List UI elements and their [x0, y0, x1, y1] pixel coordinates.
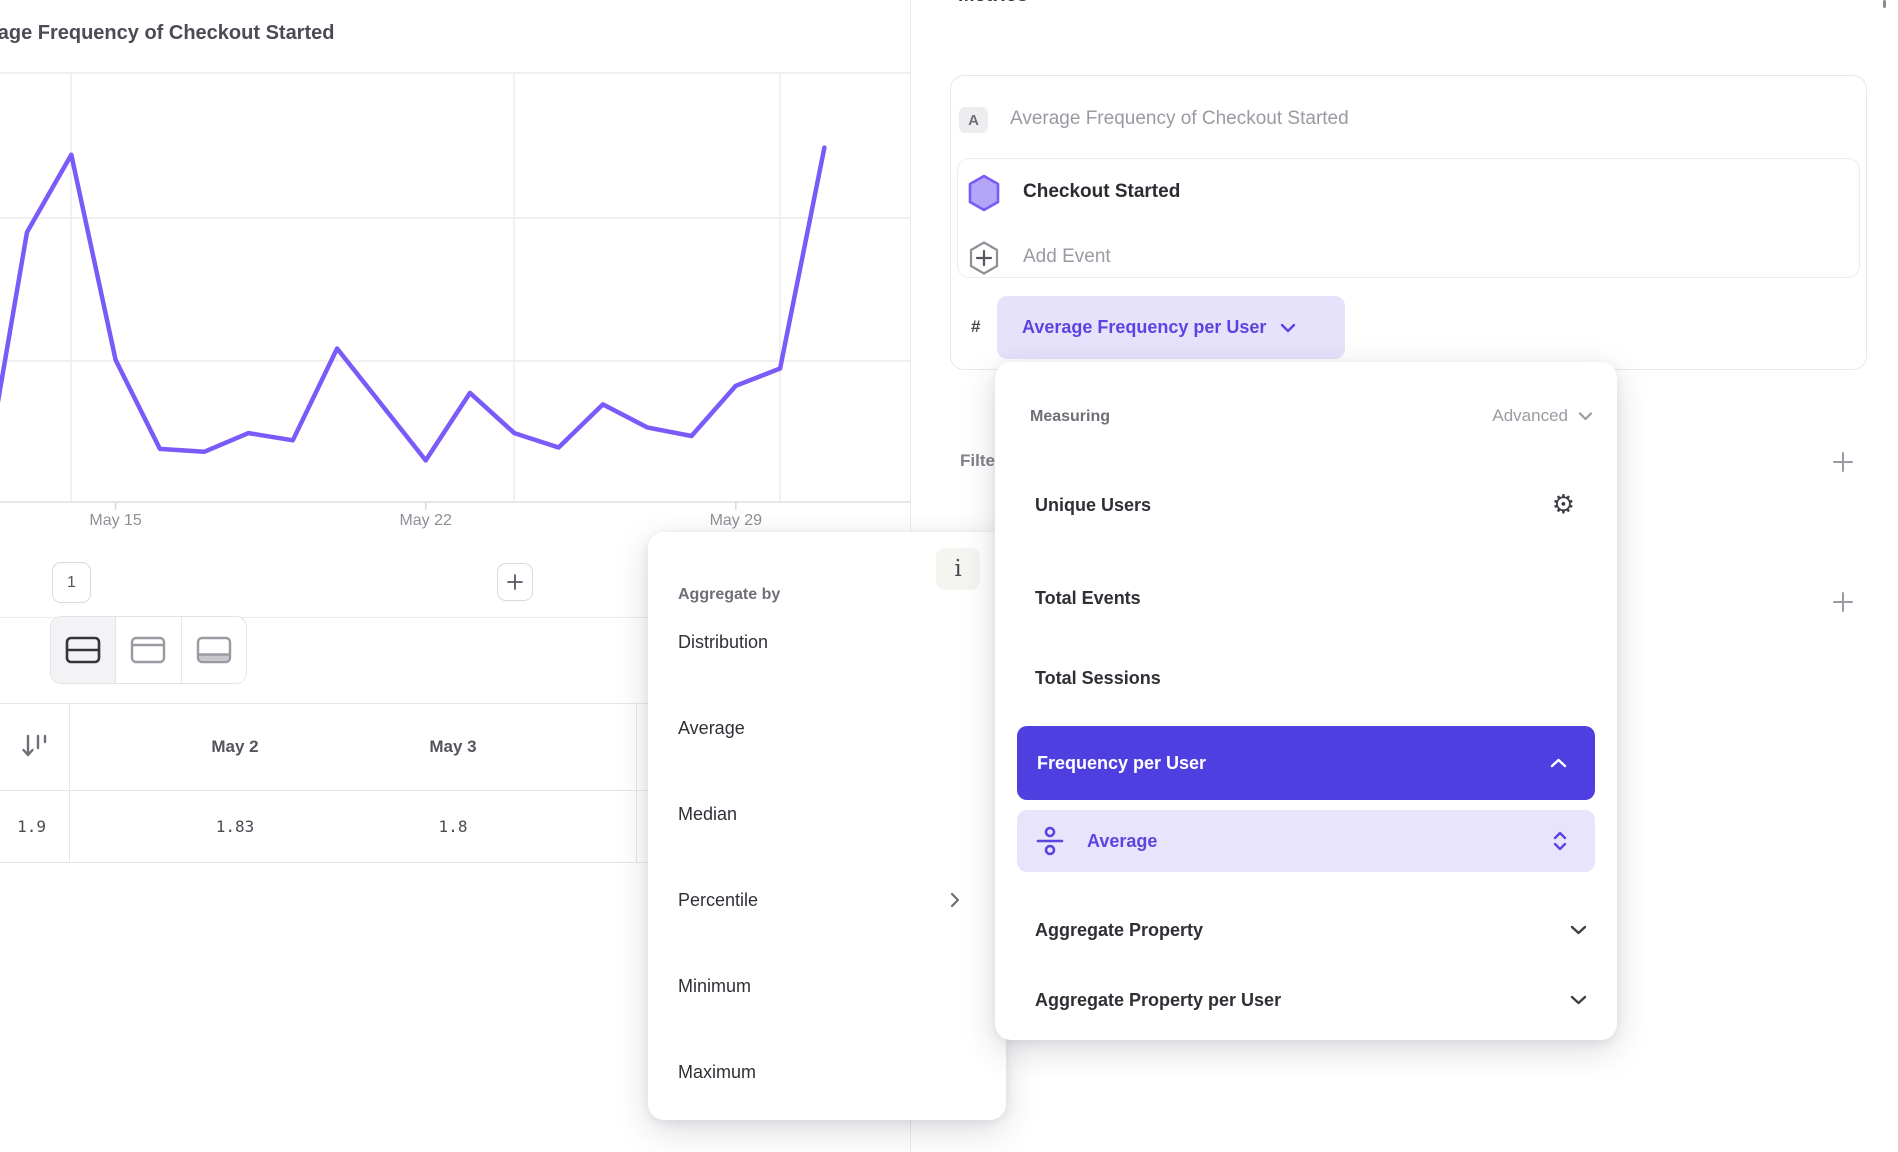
aggregate-by-header: Aggregate by: [678, 586, 780, 604]
chevron-down-icon: [1570, 925, 1587, 935]
menu-item-label: Total Sessions: [1035, 668, 1161, 689]
table-cell[interactable]: 1.83: [130, 790, 340, 862]
table-column-header[interactable]: May 2: [130, 703, 340, 790]
menu-item-label: Average: [1087, 831, 1157, 852]
aggregate-option-minimum[interactable]: Minimum: [648, 972, 1006, 1000]
chevron-down-icon: [1570, 995, 1587, 1005]
menu-item-label: Distribution: [678, 632, 768, 653]
layout-toggle-group: [50, 616, 247, 684]
divide-icon: [1035, 825, 1065, 857]
menu-item-label: Median: [678, 804, 737, 825]
measuring-option-frequency-per-user[interactable]: Frequency per User: [1017, 726, 1595, 800]
menu-item-label: Aggregate Property: [1035, 920, 1203, 941]
split-rows-icon: [65, 636, 101, 664]
menu-item-label: Aggregate Property per User: [1035, 990, 1281, 1011]
table-cell-overall[interactable]: 1.9: [0, 790, 46, 862]
menu-item-label: Unique Users: [1035, 495, 1151, 516]
chevron-right-icon: [948, 891, 962, 909]
table-cell[interactable]: 1.8: [348, 790, 558, 862]
aggregate-option-median[interactable]: Median: [648, 800, 1006, 828]
chevron-down-icon: [1280, 323, 1296, 333]
measuring-option-aggregate-property-per-user[interactable]: Aggregate Property per User: [995, 985, 1617, 1015]
measuring-option-total-sessions[interactable]: Total Sessions: [995, 663, 1617, 693]
measurement-dropdown-label: Average Frequency per User: [1022, 317, 1266, 338]
add-metric-icon[interactable]: [1883, 0, 1886, 8]
chevron-up-icon: [1550, 758, 1567, 768]
menu-item-label: Percentile: [678, 890, 758, 911]
measuring-suboption-average[interactable]: Average: [1017, 810, 1595, 872]
chevron-up-down-icon: [1551, 830, 1569, 852]
event-hexagon-icon: [966, 173, 1002, 213]
add-filter-button[interactable]: [1828, 447, 1858, 477]
menu-item-label: Total Events: [1035, 588, 1141, 609]
x-tick-label: May 15: [56, 512, 176, 530]
add-event-icon[interactable]: [967, 240, 1001, 276]
aggregate-option-maximum[interactable]: Maximum: [648, 1058, 1006, 1086]
sort-icon: [20, 731, 50, 763]
measurement-type-symbol: #: [971, 317, 980, 337]
metric-letter-badge: A: [959, 107, 988, 133]
aggregate-option-distribution[interactable]: Distribution: [648, 628, 1006, 656]
top-row-icon: [130, 636, 166, 664]
menu-item-label: Average: [678, 718, 745, 739]
series-count-badge[interactable]: 1: [52, 562, 91, 603]
layout-chart-only-button[interactable]: [115, 617, 180, 683]
metrics-section-header: Metrics: [958, 0, 1028, 7]
bottom-row-icon: [196, 636, 232, 664]
sort-header-cell[interactable]: [0, 703, 69, 790]
x-tick-label: May 22: [366, 512, 486, 530]
insights-report-page: Average Frequency of Checkout Started Ma…: [0, 0, 1898, 1152]
menu-item-label: Minimum: [678, 976, 751, 997]
gear-icon[interactable]: ⚙: [1552, 492, 1575, 518]
layout-split-view-button[interactable]: [51, 617, 115, 683]
measuring-header: Measuring: [1030, 408, 1110, 426]
aggregate-by-menu: Aggregate by i Distribution Average Median…: [648, 532, 1006, 1120]
line-chart: [0, 0, 910, 512]
plus-icon: [505, 572, 525, 592]
chevron-down-icon: [1578, 412, 1593, 421]
chart-line-series[interactable]: [0, 148, 824, 491]
table-col-border: [69, 703, 70, 862]
measuring-option-total-events[interactable]: Total Events: [995, 583, 1617, 613]
metric-title-input[interactable]: Average Frequency of Checkout Started: [1010, 108, 1349, 130]
advanced-mode-dropdown[interactable]: Advanced: [1492, 406, 1593, 426]
menu-item-label: Maximum: [678, 1062, 756, 1083]
measuring-option-unique-users[interactable]: Unique Users ⚙: [995, 490, 1617, 520]
measurement-dropdown[interactable]: Average Frequency per User: [997, 296, 1345, 359]
info-icon[interactable]: i: [936, 548, 980, 590]
layout-table-only-button[interactable]: [181, 617, 246, 683]
plus-icon: [1831, 450, 1855, 474]
aggregate-option-average[interactable]: Average: [648, 714, 1006, 742]
table-column-header[interactable]: May 3: [348, 703, 558, 790]
aggregate-option-percentile[interactable]: Percentile: [648, 886, 1006, 914]
measuring-option-aggregate-property[interactable]: Aggregate Property: [995, 915, 1617, 945]
add-event-label[interactable]: Add Event: [1023, 246, 1111, 268]
event-name[interactable]: Checkout Started: [1023, 181, 1180, 203]
add-breakdown-button[interactable]: [1828, 587, 1858, 617]
advanced-mode-label: Advanced: [1492, 406, 1568, 426]
menu-item-label: Frequency per User: [1037, 753, 1206, 774]
plus-icon: [1831, 590, 1855, 614]
add-annotation-button[interactable]: [497, 563, 533, 601]
x-tick-label: May 29: [676, 512, 796, 530]
measuring-menu: Measuring Advanced Unique Users ⚙ Total Ev…: [995, 362, 1617, 1040]
